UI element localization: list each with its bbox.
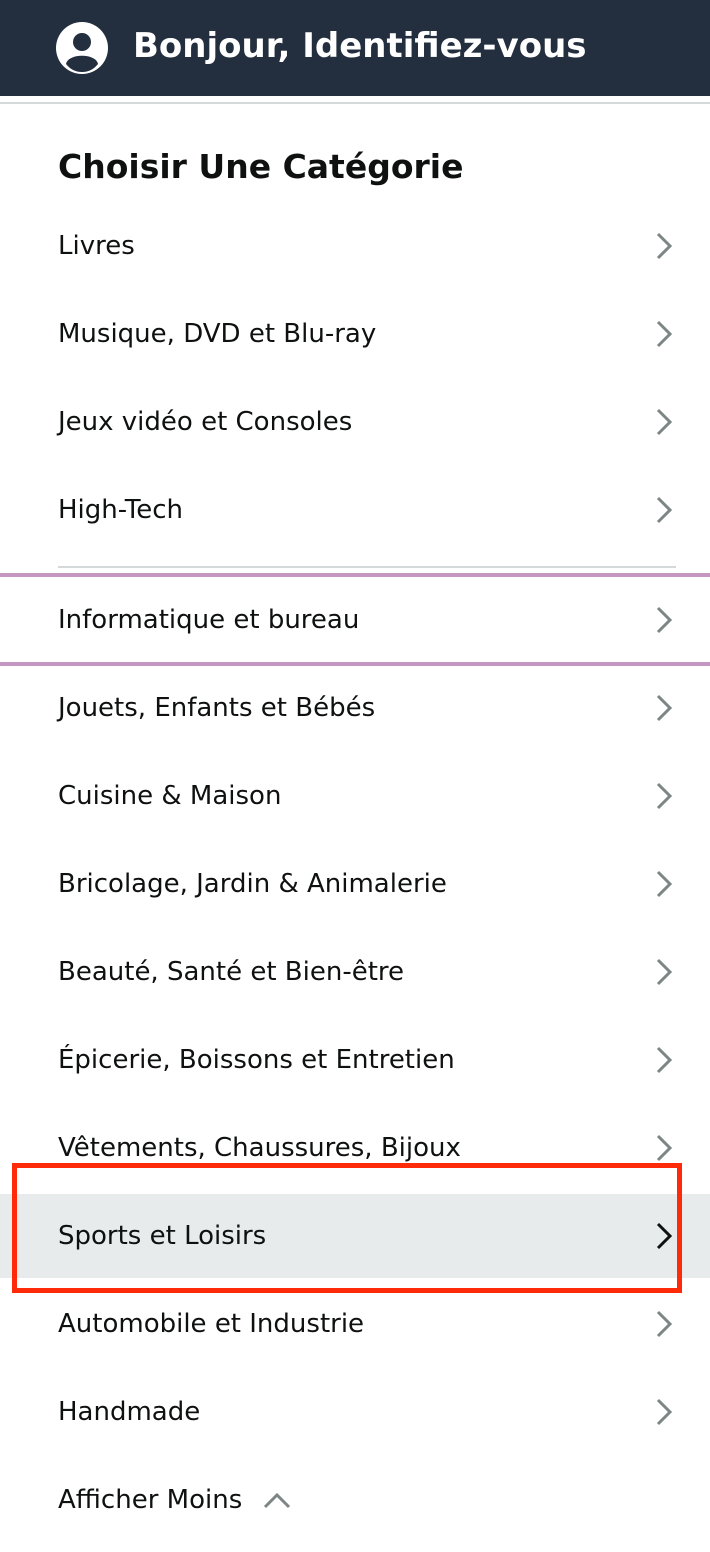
show-less-button[interactable]: Afficher Moins [58,1458,292,1542]
chevron-right-icon [656,408,673,436]
sign-in-greeting[interactable]: Bonjour, Identifiez-vous [133,24,587,68]
selection-highlight-box [12,1163,682,1293]
account-header[interactable]: Bonjour, Identifiez-vous [0,0,710,96]
menu-item-informatique[interactable]: Informatique et bureau [0,578,710,662]
menu-item-label: Jouets, Enfants et Bébés [58,693,376,723]
menu-item-bricolage[interactable]: Bricolage, Jardin & Animalerie [0,842,710,926]
menu-item-label: Cuisine & Maison [58,781,282,811]
chevron-right-icon [656,870,673,898]
focus-divider-top [0,573,710,577]
chevron-right-icon [656,1310,673,1338]
menu-item-cuisine[interactable]: Cuisine & Maison [0,754,710,838]
menu-item-label: Jeux vidéo et Consoles [58,407,353,437]
section-divider [58,566,676,568]
menu-item-label: Bricolage, Jardin & Animalerie [58,869,447,899]
chevron-right-icon [656,606,673,634]
header-divider [0,102,710,104]
menu-item-automobile[interactable]: Automobile et Industrie [0,1282,710,1366]
chevron-right-icon [656,1398,673,1426]
menu-item-label: Musique, DVD et Blu-ray [58,319,377,349]
chevron-up-icon [264,1492,291,1509]
chevron-right-icon [656,232,673,260]
chevron-right-icon [656,320,673,348]
chevron-right-icon [656,958,673,986]
menu-item-musique[interactable]: Musique, DVD et Blu-ray [0,292,710,376]
menu-item-beaute[interactable]: Beauté, Santé et Bien-être [0,930,710,1014]
menu-item-epicerie[interactable]: Épicerie, Boissons et Entretien [0,1018,710,1102]
chevron-right-icon [656,1046,673,1074]
chevron-right-icon [656,694,673,722]
chevron-right-icon [656,496,673,524]
menu-item-high-tech[interactable]: High-Tech [0,468,710,552]
chevron-right-icon [656,782,673,810]
menu-item-jouets[interactable]: Jouets, Enfants et Bébés [0,666,710,750]
menu-item-label: Handmade [58,1397,201,1427]
menu-item-label: Épicerie, Boissons et Entretien [58,1045,455,1075]
user-circle-icon [56,22,108,74]
menu-item-label: High-Tech [58,495,183,525]
chevron-right-icon [656,1134,673,1162]
page-title: Choisir Une Catégorie [58,147,464,186]
show-less-label: Afficher Moins [58,1485,243,1515]
menu-item-handmade[interactable]: Handmade [0,1370,710,1454]
menu-item-jeux-video[interactable]: Jeux vidéo et Consoles [0,380,710,464]
menu-item-label: Automobile et Industrie [58,1309,365,1339]
menu-item-label: Beauté, Santé et Bien-être [58,957,405,987]
menu-item-livres[interactable]: Livres [0,204,710,288]
category-menu-page: Bonjour, Identifiez-vous Choisir Une Cat… [0,0,710,1552]
menu-item-label: Livres [58,231,135,261]
menu-item-label: Informatique et bureau [58,605,360,635]
